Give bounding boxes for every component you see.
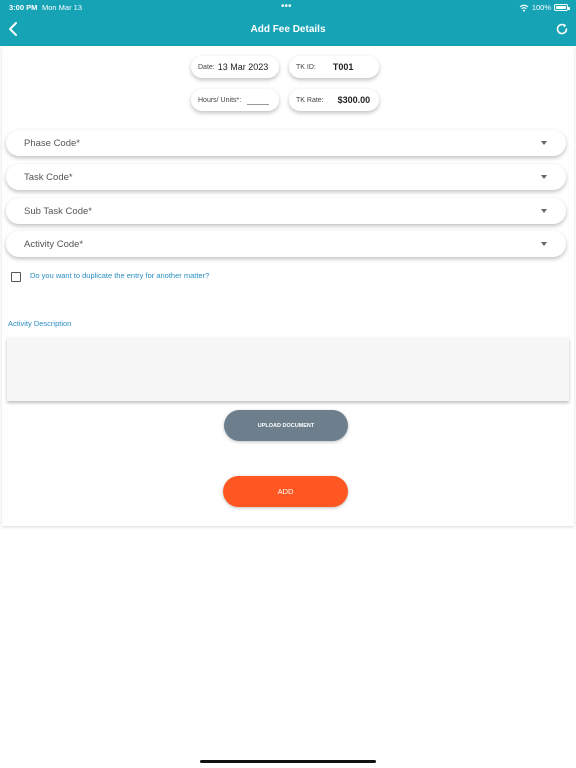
navigation-bar: 3:00 PM Mon Mar 13 ••• 100% Add Fee Deta… <box>0 0 576 46</box>
task-code-dropdown[interactable]: Task Code* <box>6 164 566 190</box>
wifi-icon <box>519 4 529 12</box>
status-time: 3:00 PM <box>9 3 38 12</box>
add-button[interactable]: ADD <box>223 476 348 507</box>
duplicate-entry-label[interactable]: Do you want to duplicate the entry for a… <box>30 271 209 280</box>
date-field[interactable]: Date: 13 Mar 2023 <box>191 56 279 78</box>
hours-label: Hours/ Units*: <box>198 96 242 104</box>
caret-down-icon <box>541 141 547 145</box>
date-value: 13 Mar 2023 <box>217 62 269 72</box>
status-indicators: 100% <box>519 3 570 12</box>
phase-code-label: Phase Code* <box>24 137 80 149</box>
duplicate-entry-checkbox[interactable] <box>11 272 21 282</box>
tk-rate-value: $300.00 <box>337 95 371 105</box>
caret-down-icon <box>541 175 547 179</box>
tk-id-label: TK ID: <box>296 63 316 71</box>
phase-code-dropdown[interactable]: Phase Code* <box>6 130 566 156</box>
status-date: Mon Mar 13 <box>42 3 83 12</box>
battery-percent: 100% <box>531 3 551 12</box>
date-label: Date: <box>198 63 215 71</box>
tk-id-field: TK ID: T001 <box>289 56 379 78</box>
upload-document-button[interactable]: UPLOAD DOCUMENT <box>224 410 348 441</box>
sub-task-code-dropdown[interactable]: Sub Task Code* <box>6 198 566 224</box>
tk-id-value: T001 <box>332 62 354 72</box>
hours-units-field[interactable]: Hours/ Units*: <box>191 89 279 111</box>
tk-rate-field: TK Rate: $300.00 <box>289 89 379 111</box>
tk-rate-label: TK Rate: <box>296 96 324 104</box>
activity-description-label: Activity Description <box>8 319 72 328</box>
home-indicator <box>200 760 376 763</box>
fee-details-form <box>2 46 574 526</box>
caret-down-icon <box>541 242 547 246</box>
task-code-label: Task Code* <box>24 171 73 183</box>
activity-code-label: Activity Code* <box>24 238 84 250</box>
refresh-icon[interactable] <box>555 22 569 36</box>
page-title: Add Fee Details <box>250 24 326 35</box>
multitasking-dots[interactable]: ••• <box>281 1 292 12</box>
activity-code-dropdown[interactable]: Activity Code* <box>6 231 566 257</box>
hours-input[interactable] <box>247 95 270 105</box>
battery-icon <box>554 4 570 11</box>
caret-down-icon <box>541 209 547 213</box>
sub-task-code-label: Sub Task Code* <box>24 205 92 217</box>
activity-description-input[interactable] <box>7 337 569 401</box>
